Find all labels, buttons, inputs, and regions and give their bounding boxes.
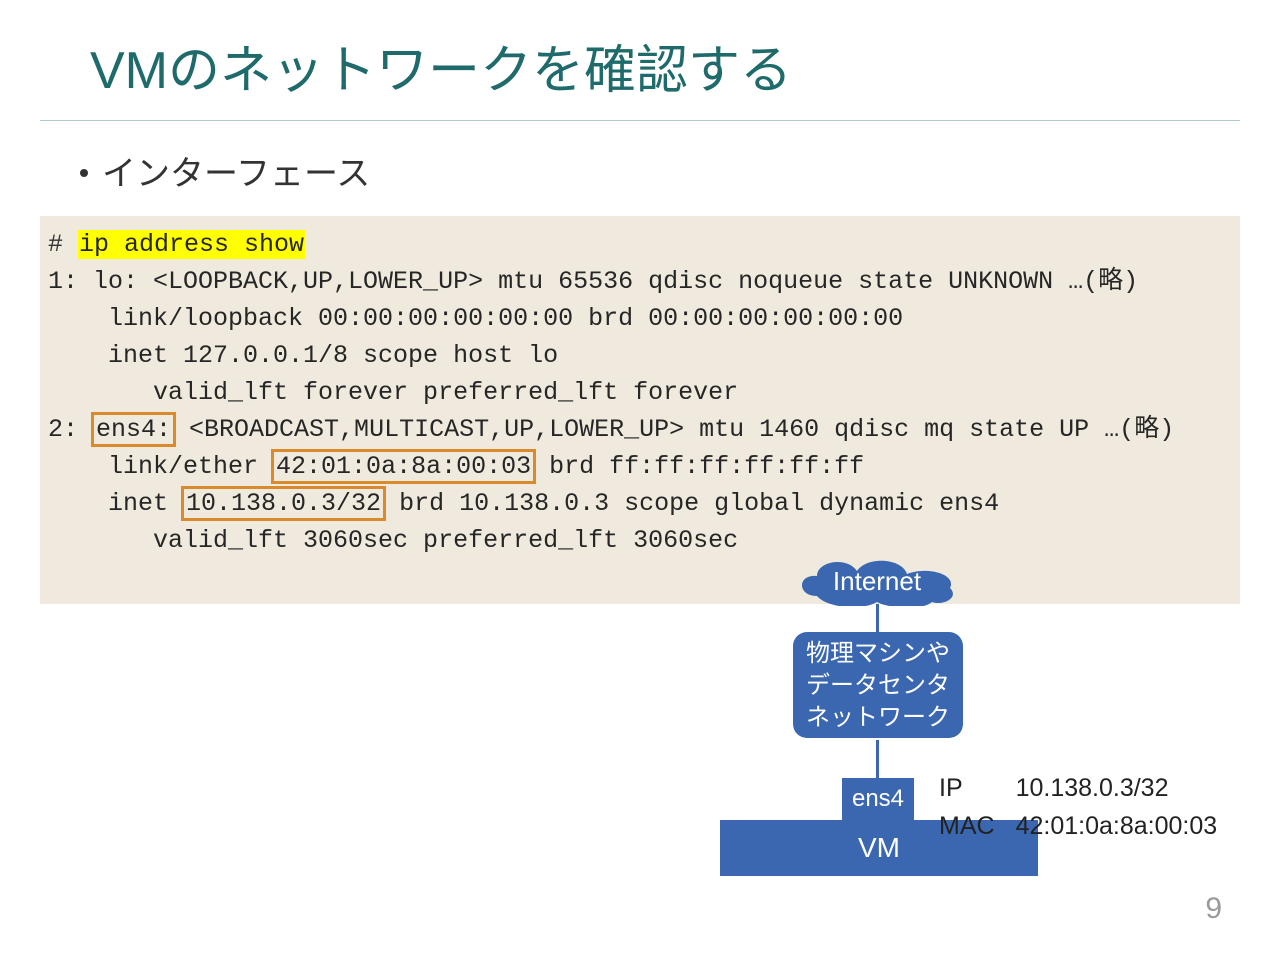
- iface-name-highlight: ens4:: [91, 412, 176, 447]
- datacenter-line: ネットワーク: [793, 702, 963, 734]
- datacenter-box: 物理マシンや データセンタ ネットワーク: [793, 632, 963, 738]
- prompt: #: [48, 230, 78, 259]
- ip-value: 10.138.0.3/32: [1015, 770, 1236, 806]
- iface-meta: IP 10.138.0.3/32 MAC 42:01:0a:8a:00:03: [936, 768, 1237, 846]
- bullet-dot-icon: [80, 169, 88, 177]
- term-line: <BROADCAST,MULTICAST,UP,LOWER_UP> mtu 14…: [174, 415, 1174, 444]
- mac-highlight: 42:01:0a:8a:00:03: [271, 449, 536, 484]
- term-line: inet: [48, 489, 183, 518]
- term-line: link/loopback 00:00:00:00:00:00 brd 00:0…: [48, 304, 903, 333]
- term-line: valid_lft 3060sec preferred_lft 3060sec: [48, 526, 738, 555]
- term-line: 2:: [48, 415, 93, 444]
- nic-box: ens4: [842, 778, 914, 820]
- bullet-item: インターフェース: [80, 146, 370, 195]
- term-line: inet 127.0.0.1/8 scope host lo: [48, 341, 558, 370]
- slide-title: VMのネットワークを確認する: [90, 28, 792, 103]
- title-divider: [40, 120, 1240, 121]
- page-number: 9: [1205, 892, 1222, 926]
- datacenter-line: 物理マシンや: [793, 638, 963, 670]
- term-line: valid_lft forever preferred_lft forever: [48, 378, 738, 407]
- bullet-text: インターフェース: [102, 155, 370, 193]
- network-diagram: Internet 物理マシンや データセンタ ネットワーク ens4 VM IP…: [620, 556, 1220, 916]
- internet-cloud: Internet: [792, 556, 962, 606]
- ip-highlight: 10.138.0.3/32: [181, 486, 386, 521]
- term-line: link/ether: [48, 452, 273, 481]
- internet-label: Internet: [792, 566, 962, 597]
- mac-value: 42:01:0a:8a:00:03: [1015, 808, 1236, 844]
- ip-label: IP: [938, 770, 1013, 806]
- term-line: 1: lo: <LOOPBACK,UP,LOWER_UP> mtu 65536 …: [48, 267, 1138, 296]
- slide: VMのネットワークを確認する インターフェース # ip address sho…: [0, 0, 1280, 960]
- term-line: brd 10.138.0.3 scope global dynamic ens4: [384, 489, 999, 518]
- connector-line: [876, 740, 879, 778]
- command-highlight: ip address show: [78, 230, 305, 259]
- mac-label: MAC: [938, 808, 1013, 844]
- term-line: brd ff:ff:ff:ff:ff:ff: [534, 452, 864, 481]
- terminal-block: # ip address show 1: lo: <LOOPBACK,UP,LO…: [40, 216, 1240, 604]
- datacenter-line: データセンタ: [793, 670, 963, 702]
- connector-line: [876, 604, 879, 634]
